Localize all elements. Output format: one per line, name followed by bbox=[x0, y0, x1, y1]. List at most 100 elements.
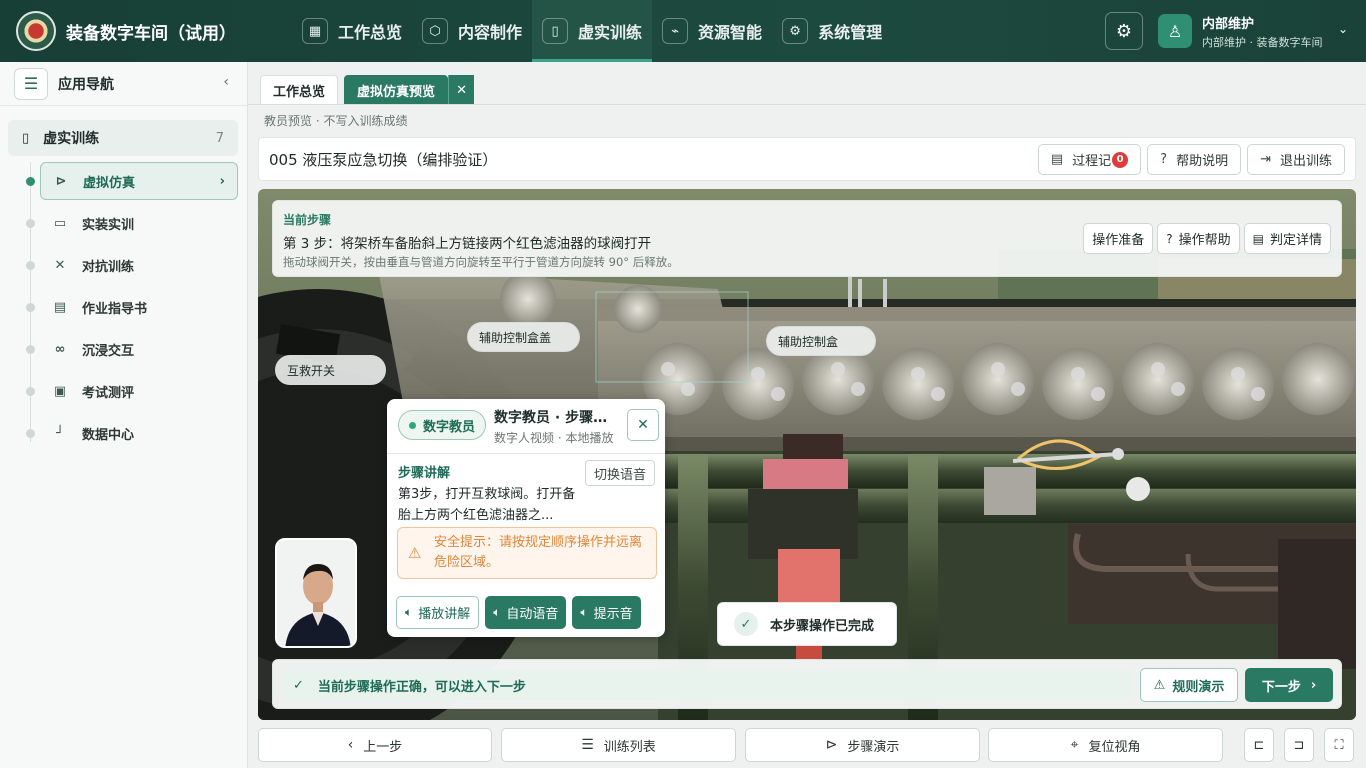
plug-icon: ⌁ bbox=[662, 18, 689, 44]
tree-dot bbox=[26, 219, 35, 228]
prompt-tone-button[interactable]: 🔈︎ 提示音 bbox=[572, 596, 641, 629]
sidebar-item-guide[interactable]: ▤ 作业指导书 bbox=[40, 288, 238, 326]
process-count-badge: 0 bbox=[1112, 151, 1129, 168]
switch-voice-button[interactable]: 切换语音 bbox=[584, 460, 655, 486]
digital-teacher-avatar[interactable] bbox=[275, 538, 357, 648]
prev-step-button[interactable]: ‹ 上一步 bbox=[258, 728, 492, 762]
scene-tag-label: 辅助控制盒盖 bbox=[479, 330, 552, 345]
nav-item-label: 工作总览 bbox=[338, 23, 403, 42]
sidebar-group-training[interactable]: ▯ 虚实训练 7 bbox=[8, 120, 238, 156]
nav-item-training[interactable]: ▯ 虚实训练 bbox=[532, 0, 653, 62]
safety-warning: ⚠ 安全提示：请按规定顺序操作并远离危险区域。 bbox=[397, 527, 657, 579]
teacher-subtitle: 数字人视频 · 本地播放 bbox=[494, 431, 614, 445]
panel-right-button[interactable]: ⊐ bbox=[1284, 728, 1314, 762]
document-icon: ▤ bbox=[1252, 231, 1264, 246]
step-status-bar: ✓ 当前步骤操作正确，可以进入下一步 ⚠ 规则演示 下一步 › bbox=[272, 659, 1342, 709]
exit-icon: ⇥ bbox=[1260, 152, 1271, 167]
clipboard-icon: ▣ bbox=[53, 383, 67, 399]
toast-text: 本步骤操作已完成 bbox=[770, 618, 875, 634]
user-menu[interactable]: ♙ 内部维护 内部维护 · 装备数字车间 ⌄ bbox=[1158, 10, 1352, 52]
process-record-button[interactable]: ▤ 过程记 0 bbox=[1037, 144, 1142, 175]
auto-label: 自动语音 bbox=[506, 607, 559, 622]
sidebar-title: 应用导航 bbox=[58, 76, 114, 93]
teacher-portrait-image bbox=[277, 540, 355, 646]
chevron-right-icon: › bbox=[1310, 677, 1317, 693]
divider bbox=[387, 453, 665, 454]
page-title: 005 液压泵应急切换（编排验证） bbox=[269, 150, 498, 169]
chevron-right-icon: › bbox=[219, 173, 225, 189]
next-step-button[interactable]: 下一步 › bbox=[1245, 668, 1333, 702]
sidebar-item-exam[interactable]: ▣ 考试测评 bbox=[40, 372, 238, 410]
panel-left-icon: ⊏ bbox=[1253, 737, 1265, 753]
sidebar-group-count: 7 bbox=[215, 130, 224, 146]
scene-tag-rescue-switch[interactable]: 互救开关 bbox=[275, 355, 386, 385]
teacher-close-button[interactable]: ✕ bbox=[627, 409, 659, 441]
process-label: 过程记 bbox=[1072, 154, 1112, 169]
tree-dot bbox=[26, 345, 35, 354]
speaker-icon: 🔈︎ bbox=[580, 605, 588, 619]
nav-item-content[interactable]: ⬡ 内容制作 bbox=[412, 0, 532, 62]
prev-label: 上一步 bbox=[363, 739, 403, 755]
document-icon: ▤ bbox=[53, 299, 67, 315]
digital-teacher-panel: 数字教员 数字教员 · 步骤讲解 数字人视频 · 本地播放 ✕ 步骤讲解 切换语… bbox=[387, 399, 665, 637]
menu-button[interactable]: ☰ bbox=[14, 67, 48, 100]
nav-item-resources[interactable]: ⌁ 资源智能 bbox=[652, 0, 772, 62]
status-message: ✓ 当前步骤操作正确，可以进入下一步 bbox=[283, 670, 1131, 700]
training-list-button[interactable]: ☰ 训练列表 bbox=[501, 728, 736, 762]
demo-label: 步骤演示 bbox=[847, 739, 900, 755]
scene-tag-control-box-cover[interactable]: 辅助控制盒盖 bbox=[467, 322, 580, 352]
list-label: 训练列表 bbox=[603, 739, 656, 755]
judge-detail-button[interactable]: ▤ 判定详情 bbox=[1243, 223, 1331, 254]
reset-label: 复位视角 bbox=[1088, 739, 1141, 755]
operation-help-button[interactable]: ? 操作帮助 bbox=[1157, 223, 1240, 254]
collapse-sidebar-icon[interactable]: ‹ bbox=[223, 74, 229, 90]
help-button[interactable]: ? 帮助说明 bbox=[1147, 144, 1242, 175]
exit-training-button[interactable]: ⇥ 退出训练 bbox=[1247, 144, 1345, 175]
sidebar-item-versus[interactable]: ✕ 对抗训练 bbox=[40, 246, 238, 284]
bottom-toolbar: ‹ 上一步 ☰ 训练列表 ⊳ 步骤演示 ⌖ 复位视角 ⊏ ⊐ ⛶ bbox=[258, 728, 1356, 764]
sidebar: ☰ 应用导航 ‹ ▯ 虚实训练 7 ⊳ 虚拟仿真 › ▭ 实装实训 ✕ 对抗训练 ▤ 作业… bbox=[0, 62, 248, 768]
play-explanation-button[interactable]: 🔈︎ 播放讲解 bbox=[396, 596, 480, 629]
tree-dot bbox=[26, 429, 35, 438]
sidebar-group-label: 虚实训练 bbox=[43, 131, 100, 147]
exit-label: 退出训练 bbox=[1279, 154, 1332, 169]
sidebar-item-data[interactable]: ┘ 数据中心 bbox=[40, 414, 238, 452]
operation-prep-button[interactable]: 操作准备 bbox=[1083, 223, 1154, 254]
user-avatar-icon: ♙ bbox=[1158, 14, 1192, 48]
breadcrumb: 教员预览 · 不写入训练成绩 bbox=[264, 114, 408, 128]
switch-voice-label: 切换语音 bbox=[593, 467, 646, 483]
monitor-icon: ▭ bbox=[53, 215, 67, 231]
book-icon: ▯ bbox=[542, 18, 569, 44]
sidebar-item-immersive[interactable]: ∞ 沉浸交互 bbox=[40, 330, 238, 368]
sidebar-item-label: 数据中心 bbox=[82, 427, 135, 443]
nav-item-system[interactable]: ⚙ 系统管理 bbox=[772, 0, 892, 62]
panel-left-button[interactable]: ⊏ bbox=[1244, 728, 1274, 762]
teacher-section-title: 步骤讲解 bbox=[398, 466, 451, 481]
settings-button[interactable]: ⚙ bbox=[1105, 12, 1143, 50]
document-icon: ▤ bbox=[1050, 152, 1064, 167]
step-demo-button[interactable]: ⊳ 步骤演示 bbox=[745, 728, 980, 762]
teacher-title: 数字教员 · 步骤讲解 bbox=[494, 410, 618, 426]
tab-close-button[interactable]: ✕ bbox=[448, 75, 475, 105]
tab-sim-preview[interactable]: 虚拟仿真预览 bbox=[344, 75, 449, 105]
chevron-left-icon: ‹ bbox=[347, 737, 354, 753]
speaker-icon: 🔈︎ bbox=[405, 605, 413, 619]
current-step-panel: 当前步骤 第 3 步：将架桥车备胎斜上方链接两个红色滤油器的球阀打开 拖动球阀开… bbox=[272, 200, 1342, 277]
sidebar-item-real-training[interactable]: ▭ 实装实训 bbox=[40, 204, 238, 242]
tab-overview[interactable]: 工作总览 bbox=[260, 75, 339, 105]
tree-dot bbox=[26, 177, 35, 186]
play-label: 播放讲解 bbox=[418, 607, 471, 622]
sidebar-item-label: 沉浸交互 bbox=[82, 343, 135, 359]
scene-tag-control-box[interactable]: 辅助控制盒 bbox=[766, 326, 876, 356]
nav-item-overview[interactable]: ▦ 工作总览 bbox=[292, 0, 412, 62]
sidebar-item-virtual-sim[interactable]: ⊳ 虚拟仿真 › bbox=[40, 162, 238, 200]
close-icon: ✕ bbox=[637, 417, 649, 433]
reset-view-button[interactable]: ⌖ 复位视角 bbox=[988, 728, 1223, 762]
rule-demo-button[interactable]: ⚠ 规则演示 bbox=[1140, 668, 1238, 702]
fullscreen-button[interactable]: ⛶ bbox=[1324, 728, 1354, 762]
question-circle-icon: ? bbox=[1160, 152, 1168, 167]
auto-voice-button[interactable]: 🔈︎ 自动语音 bbox=[485, 596, 567, 629]
top-bar: 装备数字车间（试用） ▦ 工作总览 ⬡ 内容制作 ▯ 虚实训练 ⌁ 资源智能 ⚙ 系统管理… bbox=[0, 0, 1366, 62]
user-name: 内部维护 bbox=[1202, 16, 1255, 32]
divider bbox=[248, 104, 1366, 105]
